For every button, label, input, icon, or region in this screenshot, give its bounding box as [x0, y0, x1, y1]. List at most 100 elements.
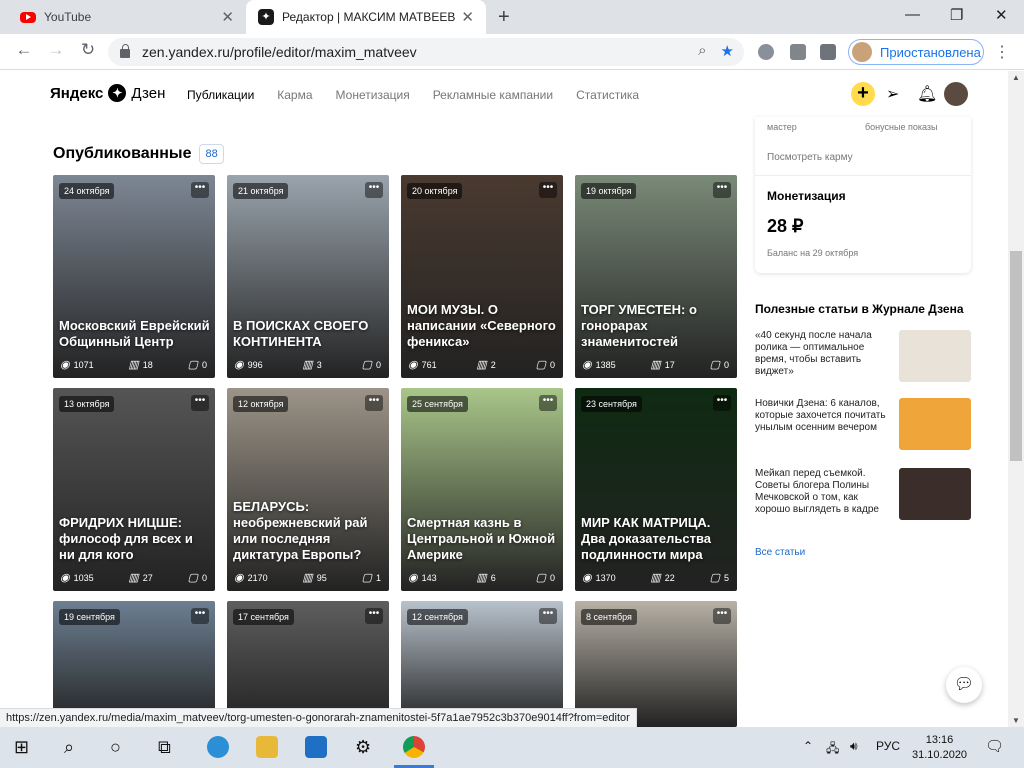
publication-card[interactable]: 20 октября ••• МОИ МУЗЫ. О написании «Севе… — [401, 175, 563, 378]
article-text: «40 секунд после начала ролика — оптимал… — [755, 330, 872, 377]
article-item[interactable]: Мейкап перед съемкой. Советы блогера Пол… — [755, 468, 971, 520]
create-button[interactable]: + — [851, 82, 875, 106]
publication-card[interactable]: 13 октября ••• ФРИДРИХ НИЦШЕ: философ для … — [53, 388, 215, 591]
bell-icon[interactable]: 🔔︎ — [917, 84, 937, 104]
card-menu-icon[interactable]: ••• — [713, 395, 731, 411]
browser-tabstrip: YouTube ✕ ✦ Редактор | МАКСИМ МАТВЕЕВ | … — [0, 0, 1024, 34]
tab-youtube[interactable]: YouTube ✕ — [8, 0, 246, 34]
reads-stat: ▥ 95 — [302, 572, 327, 584]
notifications-icon[interactable]: 🗨︎ — [985, 737, 1004, 755]
reads-stat: ▥ 3 — [302, 359, 322, 371]
bonus-shows-label: бонусные показы — [865, 122, 938, 132]
tray-expand-icon[interactable]: ⌃ — [803, 739, 813, 753]
tab-title: Редактор | МАКСИМ МАТВЕЕВ | Я — [282, 10, 456, 24]
reload-icon[interactable]: ↻ — [76, 40, 100, 60]
chrome-icon[interactable] — [403, 736, 425, 758]
publication-stats: ◉ 143 ▥ 6 ▢ 0 — [408, 571, 555, 584]
scrollbar-thumb[interactable] — [1010, 251, 1022, 461]
edge-icon[interactable] — [207, 736, 229, 758]
views-stat: ◉ 143 — [408, 572, 437, 584]
publication-card[interactable]: 23 сентября ••• МИР КАК МАТРИЦА. Два доказ… — [575, 388, 737, 591]
comment-icon: ▢ — [535, 359, 546, 371]
profile-button[interactable]: Приостановлена — [848, 39, 984, 65]
card-menu-icon[interactable]: ••• — [713, 182, 731, 198]
publication-date: 24 октября — [59, 183, 115, 199]
card-menu-icon[interactable]: ••• — [365, 608, 383, 624]
publication-card[interactable]: 19 октября ••• ТОРГ УМЕСТЕН: о гонорарах з… — [575, 175, 737, 378]
article-item[interactable]: Новички Дзена: 6 каналов, которые захоче… — [755, 398, 971, 450]
eye-icon: ◉ — [234, 359, 244, 371]
balance-date: Баланс на 29 октября — [767, 248, 859, 258]
scroll-down-icon[interactable]: ▼ — [1008, 716, 1024, 725]
section-title: Опубликованные 88 — [53, 144, 224, 164]
card-menu-icon[interactable]: ••• — [191, 395, 209, 411]
all-articles-link[interactable]: Все статьи — [755, 547, 805, 558]
card-menu-icon[interactable]: ••• — [539, 395, 557, 411]
browser-menu-icon[interactable]: ⋮ — [994, 42, 1010, 62]
publication-date: 19 сентября — [59, 609, 120, 625]
new-tab-button[interactable]: + — [498, 6, 510, 29]
chat-support-button[interactable]: 💬︎ — [946, 667, 982, 703]
network-icon[interactable]: 🖧︎ — [826, 739, 839, 760]
settings-gear-icon[interactable]: ⚙ — [355, 737, 371, 758]
reads-stat: ▥ 6 — [476, 572, 496, 584]
publication-stats: ◉ 2170 ▥ 95 ▢ 1 — [234, 571, 381, 584]
nav-monetization[interactable]: Монетизация — [336, 88, 410, 102]
card-menu-icon[interactable]: ••• — [539, 182, 557, 198]
mail-icon[interactable] — [305, 736, 327, 758]
publication-card[interactable]: 12 октября ••• БЕЛАРУСЬ: необрежневский ра… — [227, 388, 389, 591]
card-menu-icon[interactable]: ••• — [539, 608, 557, 624]
skype-extension-icon[interactable] — [758, 44, 774, 60]
card-menu-icon[interactable]: ••• — [365, 182, 383, 198]
cortana-icon[interactable]: ○ — [110, 737, 121, 758]
address-bar[interactable]: zen.yandex.ru/profile/editor/maxim_matve… — [108, 38, 744, 66]
zoom-icon[interactable]: ⌕ — [698, 42, 706, 60]
send-icon[interactable]: ➢ — [886, 84, 899, 104]
nav-ad-campaigns[interactable]: Рекламные кампании — [433, 88, 553, 102]
publication-card[interactable]: 25 сентября ••• Смертная казнь в Центральн… — [401, 388, 563, 591]
user-avatar[interactable] — [944, 82, 968, 106]
publication-card[interactable]: 24 октября ••• Московский Еврейский Общинн… — [53, 175, 215, 378]
puzzle-extensions-icon[interactable] — [820, 44, 836, 60]
page-scrollbar[interactable]: ▲ ▼ — [1008, 71, 1024, 727]
card-menu-icon[interactable]: ••• — [365, 395, 383, 411]
publication-title: МОИ МУЗЫ. О написании «Северного феникса… — [407, 302, 556, 349]
close-tab-icon[interactable]: ✕ — [221, 8, 234, 26]
article-item[interactable]: «40 секунд после начала ролика — оптимал… — [755, 330, 971, 382]
minimize-icon[interactable]: — — [905, 6, 920, 23]
comment-icon: ▢ — [361, 359, 372, 371]
card-menu-icon[interactable]: ••• — [713, 608, 731, 624]
zen-header: Яндекс ✦ Дзен Публикации Карма Монетизац… — [0, 71, 1008, 117]
views-stat: ◉ 1385 — [582, 359, 616, 371]
comments-stat: ▢ 0 — [535, 359, 555, 371]
file-explorer-icon[interactable] — [256, 736, 278, 758]
publication-date: 21 октября — [233, 183, 289, 199]
forward-icon[interactable]: → — [44, 40, 68, 60]
clock[interactable]: 13:16 31.10.2020 — [912, 733, 967, 763]
task-view-icon[interactable]: ⧉ — [158, 737, 171, 758]
tab-editor[interactable]: ✦ Редактор | МАКСИМ МАТВЕЕВ | Я ✕ — [246, 0, 486, 34]
zen-logo[interactable]: Яндекс ✦ Дзен — [50, 84, 165, 102]
back-icon[interactable]: ← — [12, 40, 36, 60]
publication-stats: ◉ 761 ▥ 2 ▢ 0 — [408, 358, 555, 371]
nav-statistics[interactable]: Статистика — [576, 88, 639, 102]
extension-icon[interactable] — [790, 44, 806, 60]
windows-start-icon[interactable]: ⊞ — [14, 737, 29, 758]
nav-karma[interactable]: Карма — [277, 88, 312, 102]
bookmark-star-icon[interactable]: ★ — [721, 42, 734, 60]
divider — [755, 175, 971, 176]
view-karma-link[interactable]: Посмотреть карму — [767, 152, 853, 163]
search-icon[interactable]: ⌕ — [64, 737, 74, 758]
publication-card[interactable]: 21 октября ••• В ПОИСКАХ СВОЕГО КОНТИНЕНТА… — [227, 175, 389, 378]
close-tab-icon[interactable]: ✕ — [461, 8, 474, 26]
nav-publications[interactable]: Публикации — [187, 88, 254, 102]
volume-icon[interactable]: 🔊︎ — [850, 739, 858, 754]
maximize-icon[interactable]: ❐ — [950, 6, 963, 24]
scroll-up-icon[interactable]: ▲ — [1008, 73, 1024, 82]
reads-stat: ▥ 17 — [650, 359, 675, 371]
card-menu-icon[interactable]: ••• — [191, 182, 209, 198]
close-window-icon[interactable]: ✕ — [995, 6, 1008, 24]
language-indicator[interactable]: РУС — [876, 739, 900, 753]
card-menu-icon[interactable]: ••• — [191, 608, 209, 624]
comments-stat: ▢ 1 — [361, 572, 381, 584]
